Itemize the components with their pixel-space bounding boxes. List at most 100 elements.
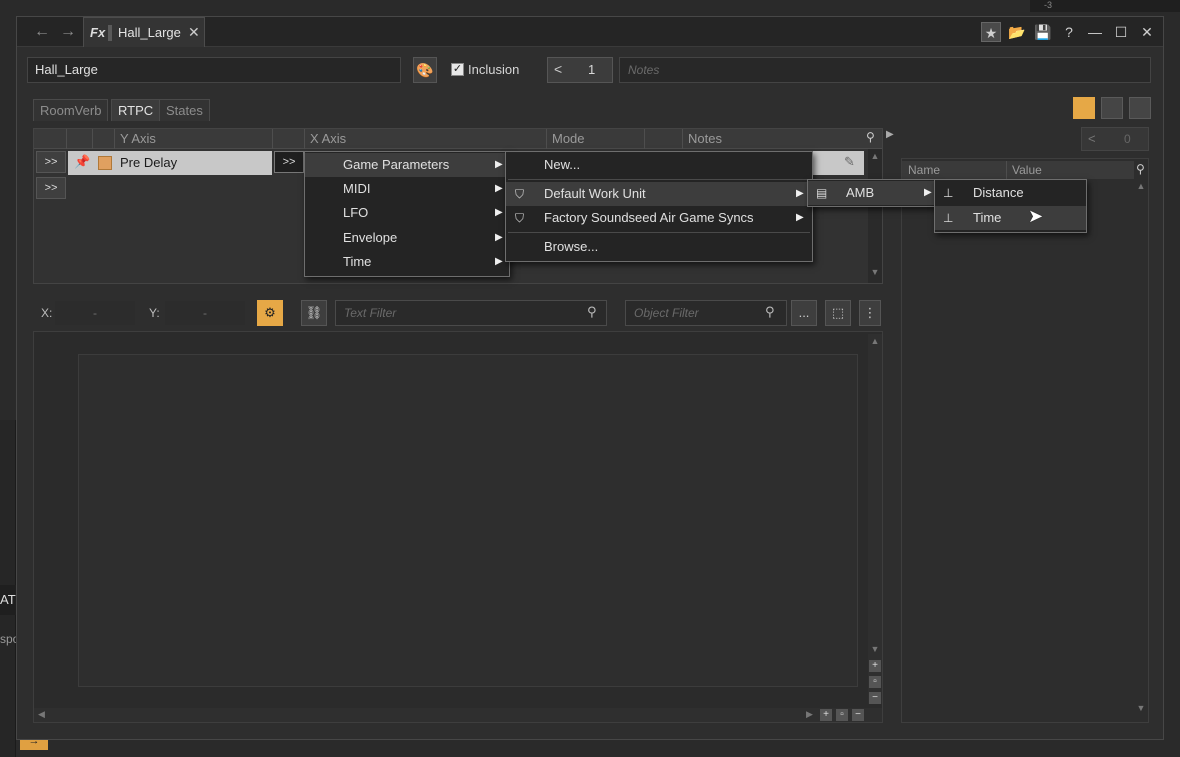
menu-item-lfo[interactable]: LFO ▶ [305, 201, 509, 225]
favorite-star-icon[interactable]: ★ [981, 22, 1001, 42]
close-window-icon[interactable]: ✕ [1137, 22, 1157, 42]
property-list-scrollbar[interactable]: ▲ ▼ [1134, 179, 1148, 721]
scroll-right-icon[interactable]: ▶ [806, 709, 813, 720]
scroll-up-icon[interactable]: ▲ [868, 336, 882, 346]
graph-vertical-scrollbar[interactable]: ▲ ▼ + ▫ − [868, 334, 882, 704]
color-palette-icon[interactable]: 🎨 [413, 57, 437, 83]
kebab-menu-icon[interactable]: ⋮ [859, 300, 881, 326]
x-axis-expand-button[interactable]: >> [274, 151, 304, 173]
x-axis-menu: Game Parameters ▶ MIDI ▶ LFO ▶ Envelope … [304, 151, 510, 277]
game-parameter-icon: ⊥ [943, 211, 954, 225]
scroll-left-icon[interactable]: ◀ [38, 709, 45, 720]
header-notes[interactable]: Notes [688, 130, 722, 148]
rtpc-property-name: Pre Delay [120, 155, 178, 170]
search-icon[interactable]: ⚲ [866, 130, 875, 144]
menu-item-label: LFO [343, 205, 369, 220]
menu-item-game-parameters[interactable]: Game Parameters ▶ [305, 153, 509, 177]
submenu-arrow-icon: ▶ [495, 256, 503, 267]
layout-single-icon[interactable] [1073, 97, 1095, 119]
menu-item-time[interactable]: Time ▶ [305, 250, 509, 274]
scroll-down-icon[interactable]: ▼ [1134, 703, 1148, 713]
y-axis-expand-button[interactable]: >> [36, 151, 66, 173]
vertical-scrollbar[interactable]: ▲ ▼ [868, 149, 882, 283]
menu-item-new[interactable]: New... [506, 153, 812, 177]
header-name[interactable]: Name [908, 163, 940, 177]
editor-tab[interactable]: Fx Hall_Large ✕ [83, 17, 205, 47]
select-icon[interactable]: ⬚ [825, 300, 851, 326]
menu-item-default-work-unit[interactable]: ⛉ Default Work Unit ▶ [506, 182, 812, 206]
y-coordinate-label: Y: [149, 306, 160, 320]
save-icon[interactable]: 💾 [1033, 22, 1053, 42]
h-zoom-in-icon[interactable]: + [820, 709, 832, 721]
open-folder-icon[interactable]: 📂 [1007, 22, 1027, 42]
layout-columns-icon[interactable] [1101, 97, 1123, 119]
scroll-down-icon[interactable]: ▼ [868, 644, 882, 654]
graph-tool-icon[interactable]: ⚙ [257, 300, 283, 326]
menu-item-envelope[interactable]: Envelope ▶ [305, 226, 509, 250]
tab-rtpc[interactable]: RTPC [111, 99, 161, 121]
object-name-field[interactable]: Hall_Large [27, 57, 401, 83]
search-icon[interactable]: ⚲ [1136, 162, 1145, 176]
header-value[interactable]: Value [1012, 163, 1042, 177]
menu-item-label: MIDI [343, 181, 371, 196]
forward-arrow-icon[interactable]: → [57, 21, 79, 43]
maximize-icon[interactable]: ☐ [1111, 22, 1131, 42]
minimize-icon[interactable]: — [1085, 22, 1105, 42]
x-coordinate-field[interactable]: - [55, 301, 135, 325]
menu-item-midi[interactable]: MIDI ▶ [305, 177, 509, 201]
inclusion-checkbox[interactable]: ✓ [451, 63, 464, 76]
scroll-up-icon[interactable]: ▲ [868, 151, 882, 161]
graph-horizontal-scrollbar[interactable]: ◀ ▶ + ▫ − [34, 708, 882, 722]
menu-item-browse[interactable]: Browse... [506, 235, 812, 259]
y-coordinate-field[interactable]: - [165, 301, 245, 325]
share-icon: < [554, 61, 563, 77]
tab-close-icon[interactable]: ✕ [188, 24, 200, 41]
tab-states[interactable]: States [159, 99, 210, 121]
amb-submenu: ⊥ Distance ⊥ Time [934, 179, 1087, 233]
menu-item-distance[interactable]: ⊥ Distance [935, 181, 1086, 205]
zoom-in-icon[interactable]: + [869, 660, 881, 672]
collapse-panel-icon[interactable]: ▶ [886, 129, 894, 140]
more-options-button[interactable]: ... [791, 300, 817, 326]
x-coordinate-label: X: [41, 306, 53, 320]
header-x-axis[interactable]: X Axis [310, 130, 346, 148]
pencil-icon[interactable]: ✎ [844, 154, 855, 170]
h-zoom-out-icon[interactable]: − [852, 709, 864, 721]
references-button[interactable]: < 1 [547, 57, 613, 83]
menu-item-label: Distance [973, 185, 1024, 200]
layout-rows-icon[interactable] [1129, 97, 1151, 119]
header-separator [546, 129, 547, 149]
menu-item-amb[interactable]: ▤ AMB ▶ [808, 181, 936, 205]
h-zoom-fit-icon[interactable]: ▫ [836, 709, 848, 721]
link-icon[interactable]: ⛓ [301, 300, 327, 326]
rtpc-graph-view[interactable]: ▲ ▼ + ▫ − ◀ ▶ + ▫ − [33, 331, 883, 723]
search-icon: ⚲ [765, 304, 775, 319]
background-meter: -3 [1030, 0, 1180, 12]
background-text-fragment: spo [0, 632, 16, 646]
zoom-fit-icon[interactable]: ▫ [869, 676, 881, 688]
header-y-axis[interactable]: Y Axis [120, 130, 156, 148]
menu-item-factory-soundseed[interactable]: ⛉ Factory Soundseed Air Game Syncs ▶ [506, 206, 812, 230]
work-unit-submenu: ▤ AMB ▶ [807, 179, 937, 207]
object-filter-input[interactable]: Object Filter [625, 300, 787, 326]
menu-item-time-parameter[interactable]: ⊥ Time [935, 206, 1086, 230]
table-row[interactable]: 📌 Pre Delay [68, 151, 272, 175]
submenu-arrow-icon: ▶ [495, 183, 503, 194]
new-row-expand-button[interactable]: >> [36, 177, 66, 199]
scroll-down-icon[interactable]: ▼ [868, 267, 882, 277]
help-icon[interactable]: ? [1059, 22, 1079, 42]
graph-canvas[interactable] [78, 354, 858, 687]
back-arrow-icon[interactable]: ← [31, 21, 53, 43]
scroll-up-icon[interactable]: ▲ [1134, 181, 1148, 191]
pin-icon[interactable]: 📌 [74, 154, 90, 170]
color-swatch [98, 156, 112, 170]
text-filter-input[interactable]: Text Filter [335, 300, 607, 326]
right-references-button[interactable]: < 0 [1081, 127, 1149, 151]
menu-item-label: Default Work Unit [544, 186, 646, 201]
notes-field[interactable]: Notes [619, 57, 1151, 83]
work-unit-icon: ⛉ [515, 187, 525, 201]
header-mode[interactable]: Mode [552, 130, 585, 148]
tab-roomverb[interactable]: RoomVerb [33, 99, 109, 121]
zoom-out-icon[interactable]: − [869, 692, 881, 704]
work-unit-icon: ⛉ [515, 211, 525, 225]
